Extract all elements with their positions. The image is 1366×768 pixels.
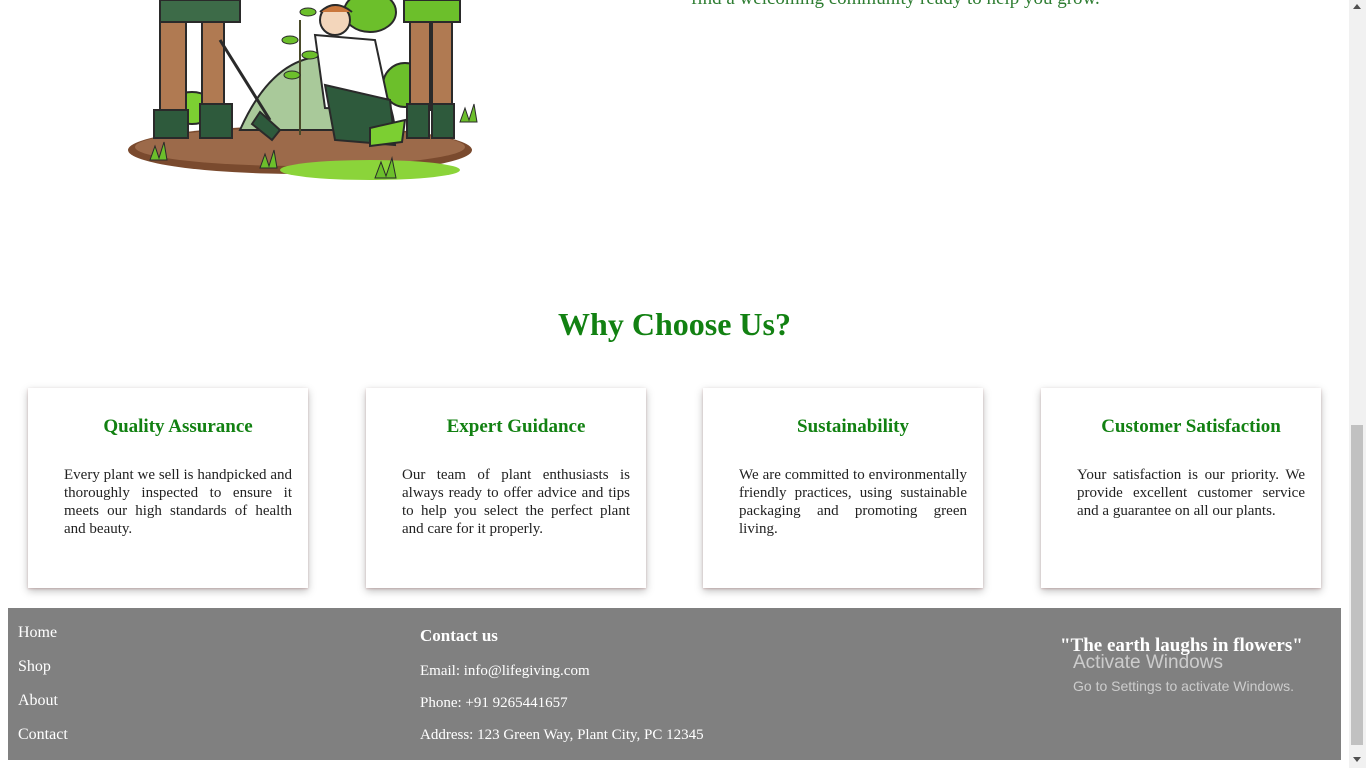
contact-phone: Phone: +91 9265441657 bbox=[420, 695, 568, 711]
footer-link-shop[interactable]: Shop bbox=[18, 658, 51, 676]
feature-card-text: Your satisfaction is our priority. We pr… bbox=[1077, 467, 1305, 519]
scrollbar-thumb[interactable] bbox=[1351, 425, 1363, 745]
scroll-down-icon[interactable] bbox=[1353, 757, 1361, 762]
feature-card-text: Our team of plant enthusiasts is always … bbox=[402, 467, 630, 537]
scroll-up-icon[interactable] bbox=[1353, 4, 1361, 9]
footer-link-contact[interactable]: Contact bbox=[18, 726, 68, 744]
feature-card-quality: Quality Assurance Every plant we sell is… bbox=[28, 388, 308, 588]
vertical-scrollbar[interactable] bbox=[1349, 0, 1366, 768]
watermark-subtitle: Go to Settings to activate Windows. bbox=[1073, 678, 1294, 694]
feature-card-satisfaction: Customer Satisfaction Your satisfaction … bbox=[1041, 388, 1321, 588]
activate-windows-watermark: Activate Windows Go to Settings to activ… bbox=[1073, 652, 1294, 694]
watermark-title: Activate Windows bbox=[1073, 652, 1223, 673]
feature-card-title: Quality Assurance bbox=[103, 416, 253, 437]
site-footer: Home Shop About Contact Contact us Email… bbox=[8, 608, 1341, 760]
feature-card-title: Customer Satisfaction bbox=[1101, 416, 1281, 437]
feature-card-guidance: Expert Guidance Our team of plant enthus… bbox=[366, 388, 646, 588]
feature-card-title: Expert Guidance bbox=[446, 416, 586, 437]
why-choose-us-title: Why Choose Us? bbox=[558, 306, 791, 342]
contact-address: Address: 123 Green Way, Plant City, PC 1… bbox=[420, 727, 704, 743]
hero-text: find a welcoming community ready to help… bbox=[691, 0, 1331, 14]
hero-illustration bbox=[128, 0, 478, 180]
feature-card-title: Sustainability bbox=[797, 416, 909, 437]
feature-card-sustainability: Sustainability We are committed to envir… bbox=[703, 388, 983, 588]
feature-card-text: Every plant we sell is handpicked and th… bbox=[64, 467, 292, 537]
contact-title: Contact us bbox=[420, 626, 498, 645]
feature-card-text: We are committed to environmentally frie… bbox=[739, 467, 967, 537]
contact-email: Email: info@lifegiving.com bbox=[420, 663, 590, 679]
footer-link-about[interactable]: About bbox=[18, 692, 58, 710]
footer-link-home[interactable]: Home bbox=[18, 624, 57, 642]
